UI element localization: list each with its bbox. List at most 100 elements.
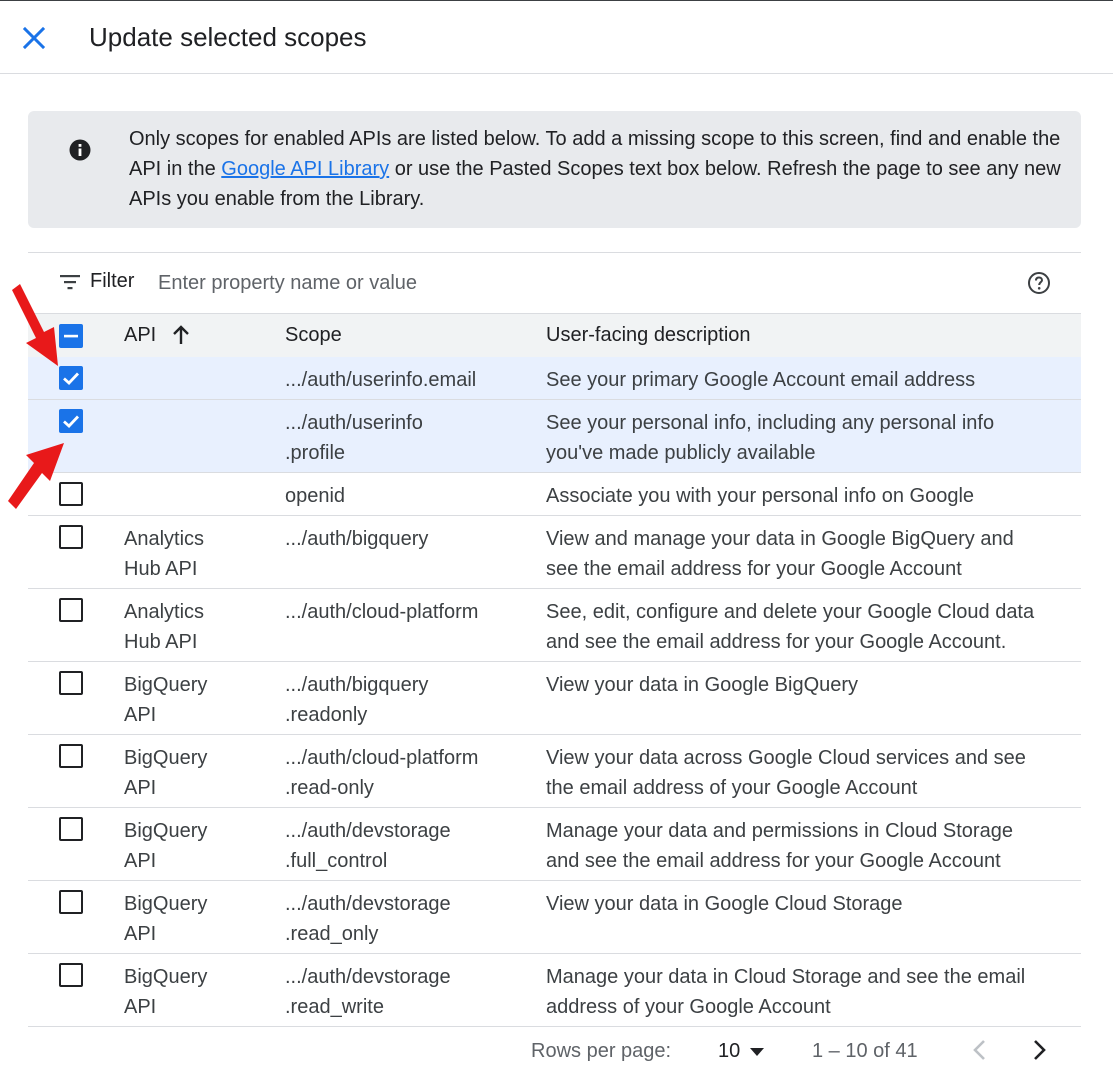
row-checkbox[interactable] [59,963,83,987]
scope-cell-line: .../auth/cloud-platform [285,747,479,769]
column-header-description: User-facing description [546,324,751,346]
next-page-icon[interactable] [1025,1036,1053,1064]
api-cell: BigQuery API [124,962,264,1022]
table-row[interactable]: BigQuery API .../auth/devstorage .read_only… [28,881,1081,954]
row-checkbox[interactable] [59,482,83,506]
description-cell: View your data in Google Cloud Storage [546,889,1076,919]
close-icon[interactable] [20,24,48,52]
description-cell-line: address of your Google Account [546,996,831,1018]
divider [28,252,1081,253]
table-row[interactable]: Analytics Hub API .../auth/cloud-platform S… [28,589,1081,662]
description-cell: See your primary Google Account email ad… [546,365,1076,395]
scope-cell-line: .read_write [285,996,384,1018]
scope-cell: .../auth/userinfo .profile [285,408,525,468]
api-cell-line: API [124,996,157,1018]
description-cell-line: See your primary Google Account email ad… [546,369,976,391]
scope-cell: .../auth/bigquery .readonly [285,670,525,730]
row-checkbox[interactable] [59,817,83,841]
table-row[interactable]: .../auth/userinfo.email See your primary … [28,357,1081,400]
scope-cell-line: .read_only [285,923,379,945]
description-cell: See, edit, configure and delete your Goo… [546,597,1076,657]
column-header-api[interactable]: API [124,324,156,347]
api-cell: BigQuery API [124,816,264,876]
scope-cell-line: .../auth/bigquery [285,674,429,696]
api-cell: Analytics Hub API [124,597,264,657]
row-checkbox[interactable] [59,366,83,390]
scope-cell-line: .../auth/cloud-platform [285,601,479,623]
scope-cell-line: .read-only [285,777,374,799]
page-range: 1 – 10 of 41 [812,1040,918,1062]
google-api-library-link[interactable]: Google API Library [221,158,389,180]
scope-cell-line: .../auth/userinfo.email [285,369,477,391]
table-header: API Scope User-facing description [28,313,1081,357]
row-checkbox[interactable] [59,671,83,695]
row-checkbox[interactable] [59,598,83,622]
scope-cell: openid [285,481,525,511]
api-cell-line: BigQuery [124,820,208,842]
description-cell-line: View your data in Google BigQuery [546,674,859,696]
description-cell: View your data in Google BigQuery [546,670,1076,700]
row-checkbox[interactable] [59,744,83,768]
api-cell-line: Hub API [124,558,198,580]
description-cell: Associate you with your personal info on… [546,481,1076,511]
description-cell: Manage your data in Cloud Storage and se… [546,962,1076,1022]
dialog-title: Update selected scopes [89,22,367,52]
scope-cell: .../auth/devstorage .read_only [285,889,525,949]
table-row[interactable]: BigQuery API .../auth/devstorage .full_cont… [28,808,1081,881]
filter-icon[interactable] [59,273,81,291]
api-cell-line: BigQuery [124,893,208,915]
scope-cell-line: .../auth/userinfo [285,412,423,434]
help-icon[interactable] [1027,271,1051,295]
api-cell-line: API [124,923,157,945]
filter-input[interactable] [158,268,678,298]
scope-cell-line: .../auth/devstorage [285,893,451,915]
table-row[interactable]: .../auth/userinfo .profile See your person… [28,400,1081,473]
scope-cell: .../auth/devstorage .full_control [285,816,525,876]
table-row[interactable]: BigQuery API .../auth/cloud-platform .read-… [28,735,1081,808]
description-cell-line: see the email address for your Google Ac… [546,558,962,580]
table-row[interactable]: BigQuery API .../auth/bigquery .readonly Vie… [28,662,1081,735]
row-checkbox[interactable] [59,890,83,914]
api-cell-line: BigQuery [124,747,208,769]
api-cell: BigQuery API [124,670,264,730]
table-row[interactable]: Analytics Hub API .../auth/bigquery View an… [28,516,1081,589]
description-cell-line: and see the email address for your Googl… [546,631,1007,653]
row-checkbox[interactable] [59,409,83,433]
column-header-scope: Scope [285,324,342,346]
table-row[interactable]: openid Associate you with your personal i… [28,473,1081,516]
previous-page-icon[interactable] [966,1036,994,1064]
description-cell-line: Manage your data in Cloud Storage and se… [546,966,1026,988]
description-cell-line: View your data across Google Cloud servi… [546,747,1026,769]
rows-per-page-label: Rows per page: [531,1040,672,1062]
description-cell: See your personal info, including any pe… [546,408,1076,468]
description-cell-line: Associate you with your personal info on… [546,485,975,507]
dropdown-caret-icon[interactable] [749,1047,765,1057]
pagination: Rows per page: 10 1 – 10 of 41 [0,1027,1113,1091]
select-all-checkbox[interactable] [59,324,83,348]
description-cell-line: View your data in Google Cloud Storage [546,893,903,915]
scope-cell-line: .profile [285,442,346,464]
description-cell: Manage your data and permissions in Clou… [546,816,1076,876]
description-cell-line: the email address of your Google Account [546,777,918,799]
api-cell-line: Analytics [124,601,205,623]
description-cell: View your data across Google Cloud servi… [546,743,1076,803]
description-cell-line: See your personal info, including any pe… [546,412,995,434]
table-row[interactable]: BigQuery API .../auth/devstorage .read_writ… [28,954,1081,1027]
sort-ascending-icon[interactable] [170,324,192,346]
api-cell-line: API [124,777,157,799]
description-cell-line: View and manage your data in Google BigQ… [546,528,1014,550]
info-banner: Only scopes for enabled APIs are listed … [28,111,1081,228]
api-cell: Analytics Hub API [124,524,264,584]
rows-per-page-select[interactable]: 10 [718,1040,740,1063]
api-cell-line: BigQuery [124,966,208,988]
description-cell: View and manage your data in Google BigQ… [546,524,1076,584]
api-cell: BigQuery API [124,889,264,949]
scope-cell: .../auth/cloud-platform [285,597,525,627]
filter-label: Filter [90,270,135,292]
scope-cell: .../auth/bigquery [285,524,525,554]
row-checkbox[interactable] [59,525,83,549]
description-cell-line: Manage your data and permissions in Clou… [546,820,1013,842]
scope-cell: .../auth/cloud-platform .read-only [285,743,525,803]
scope-cell-line: .full_control [285,850,388,872]
api-cell-line: API [124,850,157,872]
